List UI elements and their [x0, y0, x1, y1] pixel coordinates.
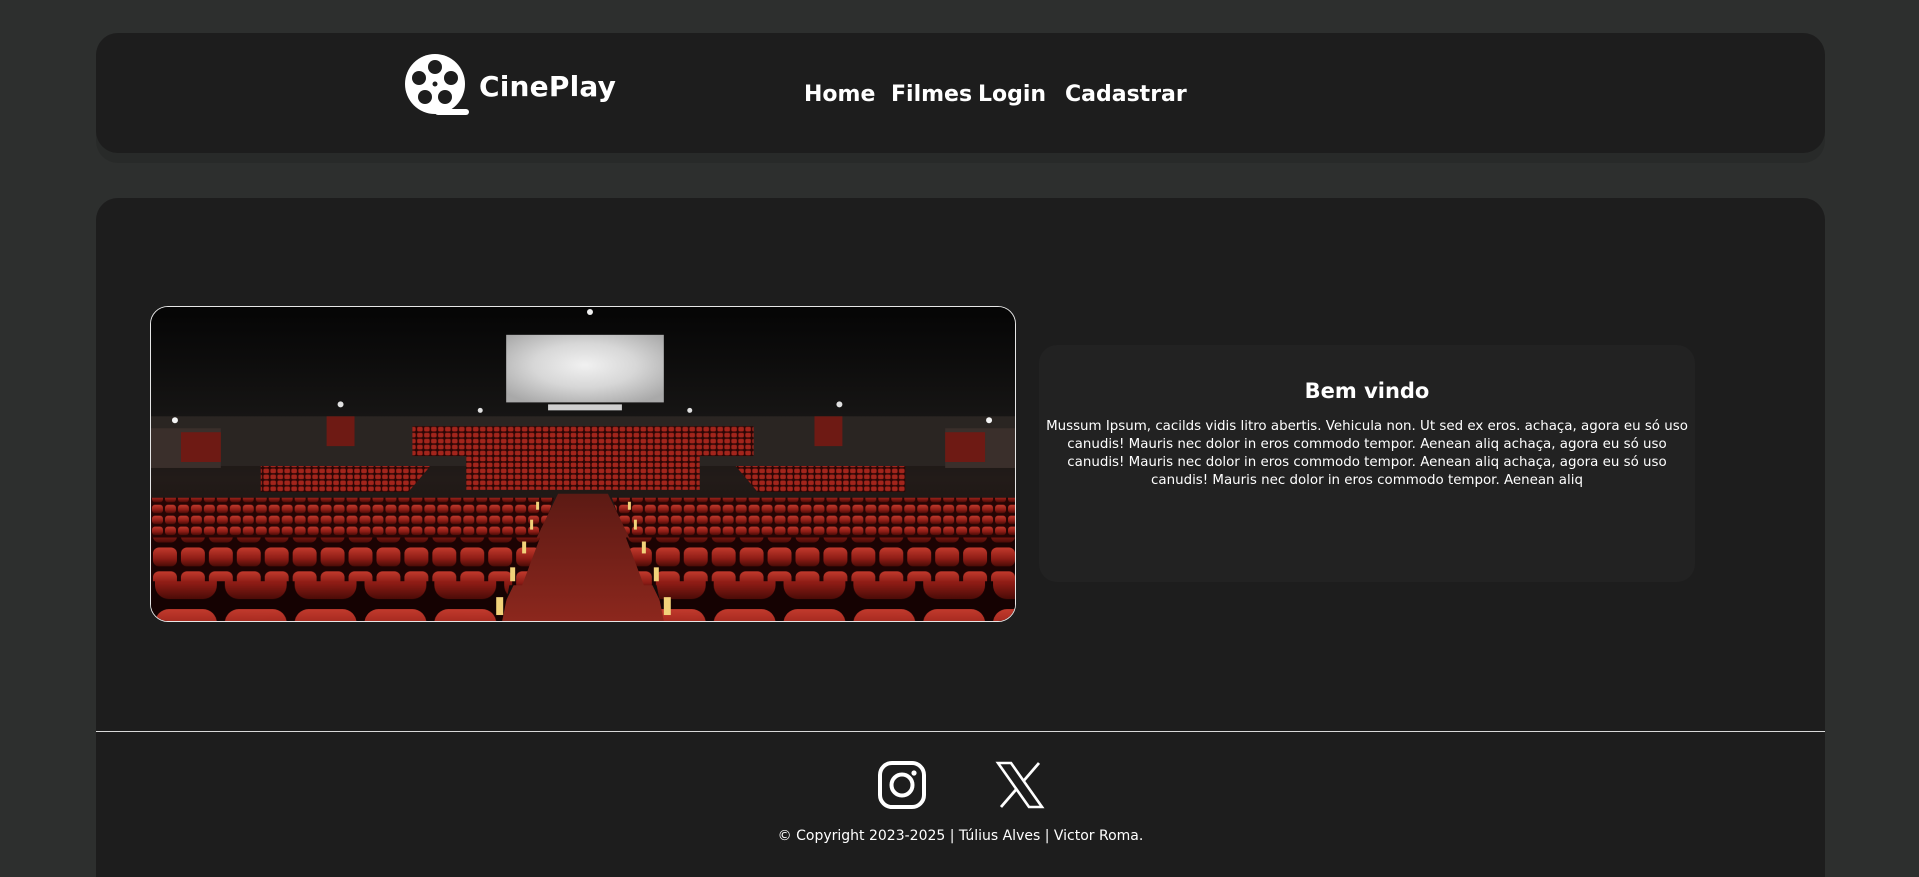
- nav-login-link[interactable]: Login: [978, 82, 1065, 107]
- brand-name: CinePlay: [479, 69, 617, 103]
- social-links: [96, 760, 1825, 812]
- welcome-card: Bem vindo Mussum Ipsum, cacilds vidis li…: [1039, 345, 1695, 582]
- main-nav: Home Filmes Login Cadastrar: [804, 79, 1187, 109]
- film-reel-icon: [405, 54, 469, 115]
- welcome-text: Mussum Ipsum, cacilds vidis litro aberti…: [1046, 419, 1688, 488]
- nav-home-link[interactable]: Home: [804, 82, 891, 107]
- cinema-auditorium-image: [150, 306, 1016, 622]
- footer-divider: [96, 731, 1825, 732]
- welcome-title: Bem vindo: [1304, 379, 1430, 403]
- brand[interactable]: CinePlay: [404, 53, 616, 119]
- main-content: Bem vindo Mussum Ipsum, cacilds vidis li…: [96, 198, 1825, 877]
- site-header: CinePlay Home Filmes Login Cadastrar: [96, 33, 1825, 153]
- nav-cadastrar-link[interactable]: Cadastrar: [1065, 82, 1187, 107]
- copyright-text: © Copyright 2023-2025 | Túlius Alves | V…: [777, 828, 1144, 844]
- instagram-icon[interactable]: [877, 760, 927, 810]
- nav-filmes-link[interactable]: Filmes: [891, 82, 978, 107]
- x-icon[interactable]: [994, 760, 1045, 810]
